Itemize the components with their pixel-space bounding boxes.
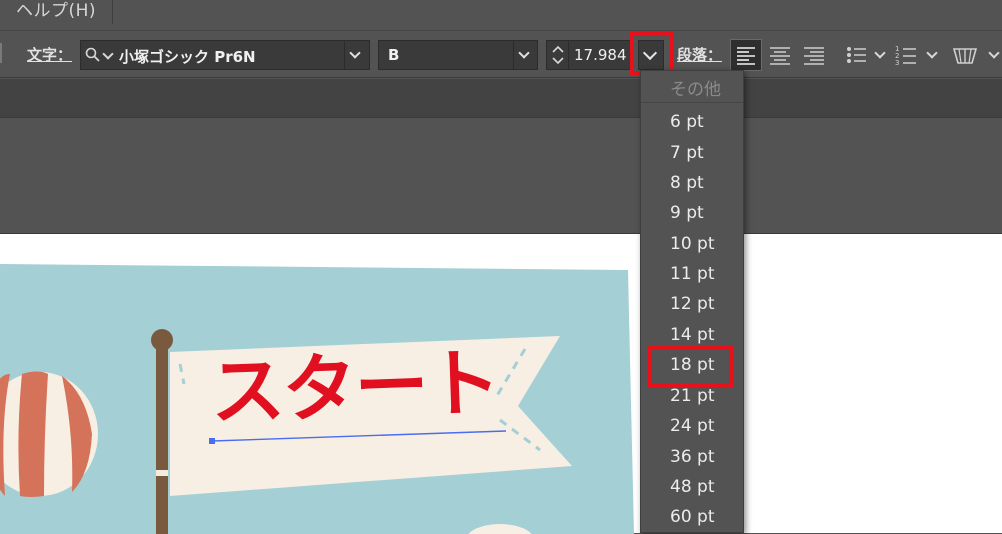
- font-style-divider: [513, 41, 514, 69]
- font-size-menu: その他 6 pt 7 pt 8 pt 9 pt 10 pt 11 pt 12 p…: [640, 70, 744, 533]
- numbered-list-button[interactable]: 123: [894, 41, 940, 69]
- align-left-button[interactable]: [730, 39, 762, 71]
- align-center-button[interactable]: [764, 39, 796, 71]
- font-size-option[interactable]: 24 pt: [670, 416, 715, 436]
- align-right-icon: [804, 47, 824, 65]
- artboard[interactable]: スタート: [0, 233, 1002, 534]
- font-size-option[interactable]: 21 pt: [670, 386, 715, 406]
- font-family-divider: [344, 41, 345, 69]
- numbered-list-icon: 123: [895, 45, 916, 67]
- align-left-icon: [737, 47, 755, 65]
- chevron-down-icon: [926, 47, 938, 59]
- font-family-select[interactable]: 小塚ゴシック Pr6N: [80, 40, 370, 70]
- align-center-icon: [770, 47, 790, 65]
- glyph-panel-icon: [952, 48, 978, 64]
- chevron-down-icon: [874, 47, 886, 59]
- flag-text[interactable]: スタート: [209, 340, 500, 436]
- font-size-option[interactable]: 60 pt: [670, 507, 715, 527]
- font-size-menu-divider: [641, 102, 743, 103]
- font-size-option[interactable]: 48 pt: [670, 477, 715, 497]
- search-icon: [85, 47, 100, 62]
- font-family-value: 小塚ゴシック Pr6N: [119, 48, 256, 66]
- glyph-panel-button[interactable]: [950, 41, 980, 69]
- bullet-list-icon: [847, 47, 866, 63]
- font-size-menu-header: その他: [670, 80, 721, 100]
- font-size-dropdown-highlight: [630, 31, 674, 75]
- align-right-button[interactable]: [798, 39, 830, 71]
- control-bar: 文字： 小塚ゴシック Pr6N B 17.984 段落： 1 2 3: [0, 30, 1002, 78]
- bullet-list-button[interactable]: [844, 41, 888, 69]
- font-style-select[interactable]: B: [378, 40, 538, 70]
- chevron-down-icon[interactable]: [349, 47, 361, 59]
- font-size-option[interactable]: 12 pt: [670, 294, 715, 314]
- chevron-down-icon[interactable]: [988, 47, 1000, 59]
- search-options-chevron-icon[interactable]: [102, 48, 114, 60]
- document-tab-bar: [0, 79, 1002, 117]
- selected-size-highlight: [647, 346, 733, 388]
- paragraph-label[interactable]: 段落：: [677, 44, 722, 65]
- panel-grip: [0, 43, 2, 63]
- character-label[interactable]: 文字：: [27, 44, 72, 65]
- font-size-option[interactable]: 7 pt: [670, 143, 704, 163]
- font-size-option[interactable]: 8 pt: [670, 173, 704, 193]
- stepper-divider: [568, 41, 569, 69]
- font-size-option[interactable]: 6 pt: [670, 112, 704, 132]
- font-size-value[interactable]: 17.984: [574, 46, 627, 64]
- svg-text:3: 3: [895, 59, 899, 67]
- font-size-option[interactable]: 14 pt: [670, 325, 715, 345]
- font-style-value: B: [388, 46, 400, 64]
- menu-help[interactable]: ヘルプ(H): [16, 0, 96, 21]
- chevron-down-icon[interactable]: [518, 47, 530, 59]
- font-size-field[interactable]: 17.984: [546, 40, 632, 70]
- font-size-option[interactable]: 11 pt: [670, 264, 715, 284]
- menu-divider: [112, 0, 113, 24]
- pasteboard: [0, 117, 1002, 233]
- font-size-option[interactable]: 9 pt: [670, 203, 704, 223]
- stepper-arrows-icon[interactable]: [551, 43, 565, 67]
- font-size-option[interactable]: 36 pt: [670, 447, 715, 467]
- menu-bar: ヘルプ(H): [0, 0, 1002, 30]
- font-size-option[interactable]: 10 pt: [670, 234, 715, 254]
